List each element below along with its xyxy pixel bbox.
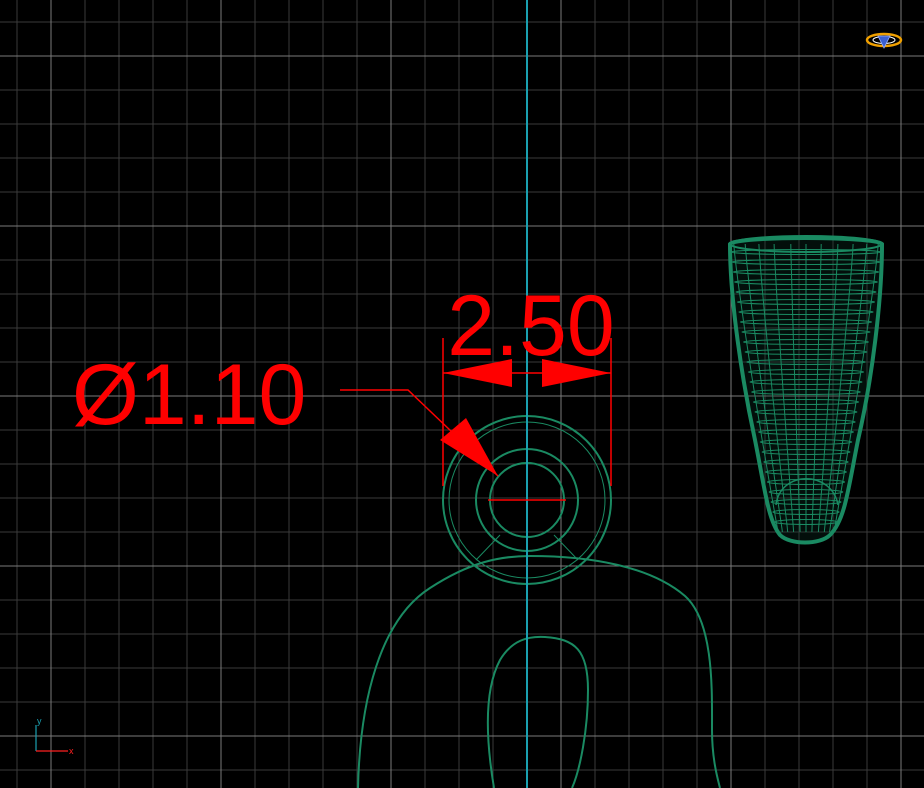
ucs-x-label: x — [69, 746, 74, 756]
diameter-dimension-text[interactable]: Ø1.10 — [72, 347, 306, 443]
ucs-y-label: y — [37, 716, 42, 726]
cad-viewport[interactable]: 2.50 Ø1.10 y x — [0, 0, 924, 788]
linear-dimension-text[interactable]: 2.50 — [447, 278, 614, 374]
